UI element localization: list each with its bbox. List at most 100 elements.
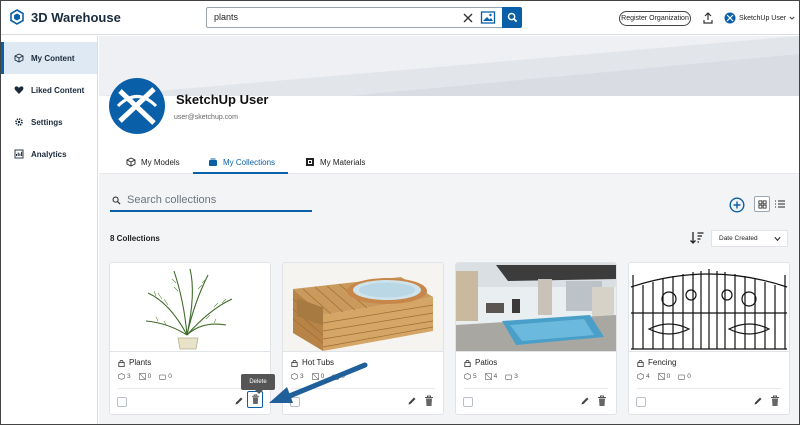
plant-thumbnail (110, 263, 270, 351)
material-count: 0 (311, 373, 325, 380)
collection-count-value: 3 (514, 373, 518, 380)
chevron-down-icon (774, 236, 781, 242)
card-stats: 5 4 3 (464, 373, 518, 380)
sidebar-item-liked-content[interactable]: Liked Content (1, 74, 97, 106)
cube-icon (291, 373, 298, 380)
cube-icon (118, 373, 125, 380)
sidebar-item-settings[interactable]: Settings (1, 106, 97, 138)
chevron-down-icon (789, 16, 795, 20)
edit-icon[interactable] (580, 396, 590, 406)
sidebar: My Content Liked Content Settings Analyt… (1, 36, 98, 424)
edit-icon[interactable] (753, 396, 763, 406)
grid-view-button[interactable] (754, 196, 770, 212)
tab-my-collections[interactable]: My Collections (208, 151, 275, 173)
collection-count-value: 0 (687, 373, 691, 380)
heart-icon (14, 86, 24, 94)
list-view-button[interactable] (774, 198, 786, 210)
profile-email: user@sketchup.com (174, 114, 238, 121)
card-title-text: Patios (475, 358, 498, 367)
page-frame: 3D Warehouse plants Register Organizatio… (0, 0, 800, 425)
card-title-text: Fencing (648, 358, 677, 367)
add-collection-button[interactable] (729, 197, 745, 213)
model-count-value: 3 (127, 373, 131, 380)
sidebar-item-label: My Content (31, 53, 75, 63)
patio-thumbnail (456, 263, 616, 351)
trash-icon[interactable] (770, 395, 780, 407)
profile-banner (99, 36, 799, 96)
collection-count: 3 (505, 373, 518, 380)
sidebar-item-label: Liked Content (31, 85, 85, 95)
trash-icon[interactable] (597, 395, 607, 407)
model-count: 5 (464, 373, 477, 380)
cube-icon (14, 53, 24, 63)
card-title-text: Plants (129, 358, 152, 367)
close-icon[interactable] (461, 11, 475, 25)
material-count-value: 0 (320, 373, 325, 380)
card-title: Hot Tubs (291, 358, 334, 367)
material-icon (311, 373, 319, 380)
collection-icon (505, 374, 513, 380)
search-icon (112, 196, 121, 205)
card-select-checkbox[interactable] (463, 397, 473, 407)
collection-icon (678, 374, 686, 380)
collection-icon (209, 158, 217, 166)
collection-icon (159, 374, 167, 380)
collection-thumbnail[interactable] (629, 263, 789, 351)
tab-my-models[interactable]: My Models (126, 151, 180, 173)
upload-icon[interactable] (701, 11, 715, 25)
app-logo[interactable]: 3D Warehouse (9, 9, 121, 25)
search-button[interactable] (502, 7, 522, 28)
collection-card-fencing[interactable]: Fencing 4 0 0 (628, 262, 790, 415)
user-menu[interactable]: SketchUp User (724, 12, 795, 24)
collections-search (110, 190, 312, 212)
sort-order-icon[interactable] (689, 230, 705, 246)
lock-icon (291, 359, 298, 367)
model-count-value: 5 (473, 373, 477, 380)
sort-dropdown[interactable]: Date Created (711, 230, 788, 247)
material-count: 4 (484, 373, 497, 380)
collection-card-plants[interactable]: Plants 3 0 0 (109, 262, 271, 415)
model-count: 3 (118, 373, 131, 380)
lock-icon (464, 359, 471, 367)
card-title: Patios (464, 358, 497, 367)
trash-icon (251, 394, 259, 404)
card-select-checkbox[interactable] (290, 397, 300, 407)
collection-count: 0 (332, 373, 345, 380)
collections-search-input[interactable] (127, 194, 307, 206)
tab-my-materials[interactable]: My Materials (305, 151, 365, 173)
collection-count-value: 0 (341, 373, 345, 380)
tab-label: My Models (141, 157, 180, 167)
sidebar-item-my-content[interactable]: My Content (1, 42, 97, 74)
collection-card-hot-tubs[interactable]: Hot Tubs 3 0 0 (282, 262, 444, 415)
collection-thumbnail[interactable] (283, 263, 443, 351)
material-count: 0 (138, 373, 151, 380)
collection-card-patios[interactable]: Patios 5 4 3 (455, 262, 617, 415)
card-select-checkbox[interactable] (117, 397, 127, 407)
card-select-checkbox[interactable] (636, 397, 646, 407)
card-title-text: Hot Tubs (302, 358, 335, 367)
model-count: 3 (291, 373, 304, 380)
material-icon (138, 373, 146, 380)
material-icon (306, 158, 314, 166)
collection-thumbnail[interactable] (456, 263, 616, 351)
sort-selected-value: Date Created (719, 235, 758, 242)
collections-count: 8 Collections (110, 234, 160, 243)
warehouse-logo-icon (10, 9, 24, 25)
collection-count: 0 (159, 373, 172, 380)
collection-thumbnail[interactable] (110, 263, 270, 351)
edit-icon[interactable] (234, 396, 244, 406)
image-search-icon[interactable] (479, 10, 497, 26)
register-organization-button[interactable]: Register Organization (619, 11, 691, 26)
edit-icon[interactable] (407, 396, 417, 406)
card-stats: 4 0 0 (637, 373, 691, 380)
sidebar-item-analytics[interactable]: Analytics (1, 138, 97, 170)
search-input[interactable]: plants (214, 12, 238, 22)
search-icon (507, 12, 517, 23)
trash-icon[interactable] (424, 395, 434, 407)
model-count: 4 (637, 373, 650, 380)
lock-icon (637, 359, 644, 367)
tab-label: My Materials (320, 157, 366, 167)
avatar (109, 78, 165, 134)
card-divider (110, 351, 270, 352)
collection-count: 0 (678, 373, 691, 380)
